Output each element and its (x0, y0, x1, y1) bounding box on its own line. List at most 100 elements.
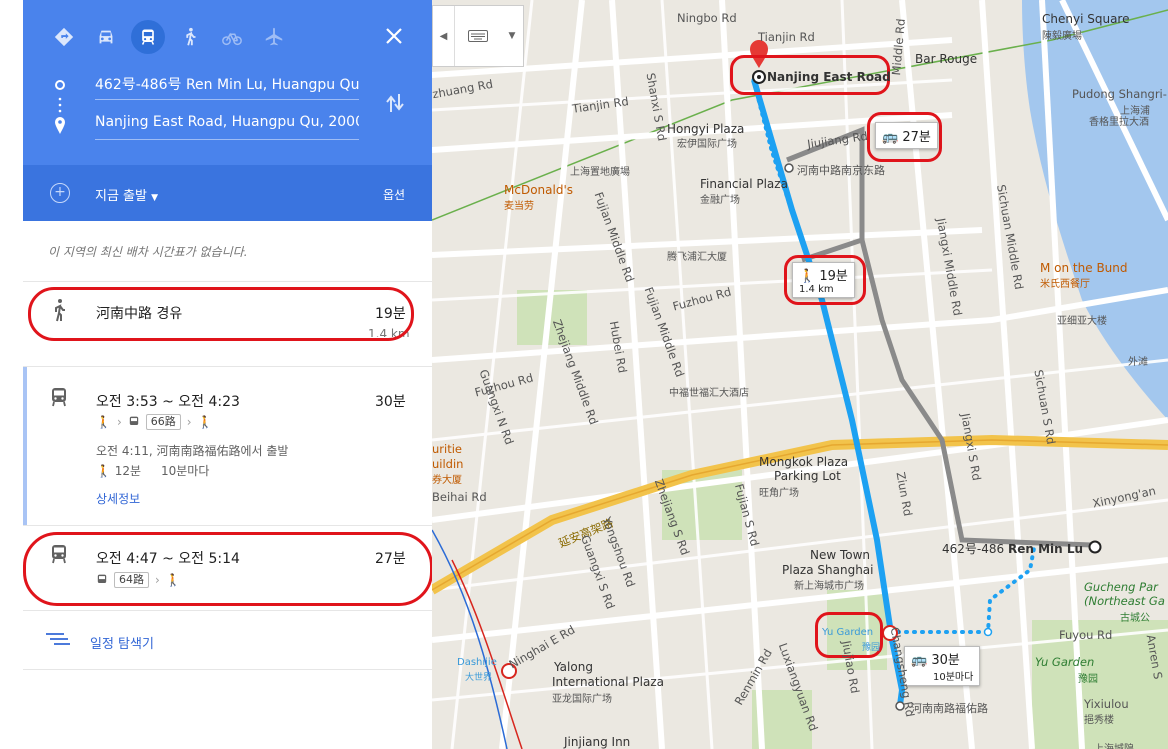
map-label: 新上海城市广场 (794, 581, 864, 592)
map-label: 腾飞浦汇大厦 (667, 252, 727, 263)
map-label: 亚细亚大楼 (1057, 316, 1107, 327)
map-label: Yu Garden (1035, 655, 1095, 669)
walk-time: 🚶 12분 (96, 464, 142, 478)
add-icon[interactable]: + (50, 183, 70, 203)
close-icon[interactable] (383, 25, 405, 47)
map-label: Bar Rouge (915, 52, 978, 66)
schedule-notice: 이 지역의 최신 배차 시간표가 없습니다. (48, 245, 248, 259)
highlight-oval (28, 287, 414, 341)
map-label: uildin (432, 457, 464, 471)
bus-icon: 🚌 (911, 653, 928, 668)
destination-label: Nanjing East Road (767, 70, 891, 84)
bus-time-callout[interactable]: 🚌 30분 10분마다 (904, 646, 981, 686)
map-label: (Northeast Ga (1084, 594, 1165, 608)
map-label: M on the Bund (1040, 261, 1128, 275)
map-label: McDonald's (504, 183, 573, 197)
highlight-oval (23, 532, 433, 606)
bus-line-badge: 66路 (145, 414, 181, 430)
walk-time-callout[interactable]: 🚶 19분 1.4 km (792, 262, 855, 298)
map-label: 挹秀楼 (1084, 715, 1114, 726)
directions-icon[interactable] (43, 20, 85, 54)
chevron-down-icon[interactable]: ▼ (501, 6, 523, 66)
divider (23, 525, 432, 526)
transit-route-time: 오전 3:53 ~ 오전 4:23 (96, 394, 240, 410)
map-label: Ningbo Rd (677, 11, 737, 25)
map-label: 米氏西餐厅 (1040, 279, 1090, 290)
map-label: Beihai Rd (432, 490, 487, 504)
details-link[interactable]: 상세정보 (96, 490, 140, 507)
map-label: Jinjiang Inn (564, 735, 631, 749)
map-label: Dashijie (457, 657, 497, 668)
map-label: Hongyi Plaza (667, 122, 745, 136)
transit-route-duration: 30분 (375, 394, 406, 410)
map-label: New Town (810, 548, 871, 562)
options-button[interactable]: 옵션 (383, 186, 405, 203)
directions-header: 462号-486号 Ren Min Lu, Huangpu Qu, S Nanj… (23, 0, 432, 221)
collapse-panel-icon[interactable]: ◀ (433, 6, 455, 66)
map-toolbar: ◀ ▼ (432, 5, 524, 67)
bicycle-icon[interactable] (211, 20, 253, 54)
map-label: 上海城隍 (1094, 740, 1134, 749)
divider (23, 366, 432, 367)
map-label: 旺角广场 (759, 488, 799, 499)
origin-input[interactable]: 462号-486号 Ren Min Lu, Huangpu Qu, S (95, 74, 359, 100)
map-label: 上海置地廣場 (570, 167, 630, 178)
route-dots-icon (55, 80, 65, 134)
schedule-explorer-link[interactable]: 일정 탐색기 (90, 633, 154, 652)
bus-icon: 🚌 (882, 130, 899, 145)
map-label: 河南中路南京东路 (797, 164, 885, 177)
map-label: Financial Plaza (700, 177, 788, 191)
chevron-right-icon: › (116, 415, 122, 429)
depart-now-dropdown[interactable]: 지금 출발 ▼ (95, 185, 158, 204)
map-label: 河南南路福佑路 (911, 702, 988, 715)
map-label: Chenyi Square (1042, 12, 1130, 26)
transit-icon (52, 388, 66, 407)
schedule-explorer-icon (46, 633, 70, 645)
map-label: 麦当劳 (504, 201, 534, 212)
depart-bar (23, 165, 432, 221)
travel-mode-bar (43, 20, 295, 54)
map-label: Tianjin Rd (758, 30, 815, 44)
map-label: 中福世福汇大酒店 (669, 388, 749, 399)
map-label: Yalong (554, 660, 593, 674)
bus-icon (129, 416, 138, 425)
map-label: 大世界 (465, 673, 493, 683)
panel-gutter (0, 0, 23, 749)
map-label: Fuyou Rd (1059, 628, 1113, 642)
frequency: 10분마다 (161, 464, 210, 478)
walk-icon: 🚶 (96, 415, 111, 429)
map-label: 券大厦 (432, 475, 462, 486)
map-label: 香格里拉大酒 (1089, 117, 1149, 128)
map-label: uritie (432, 442, 462, 456)
divider (23, 610, 432, 611)
map-label: Mongkok Plaza (759, 455, 849, 469)
walk-icon[interactable] (169, 20, 211, 54)
map-label: 宏伊国际广场 (677, 139, 737, 150)
car-icon[interactable] (85, 20, 127, 54)
map-label: 古城公 (1120, 613, 1150, 624)
map-label: Plaza Shanghai (782, 563, 874, 577)
route-steps: 🚶 › 66路 › 🚶 (96, 414, 213, 430)
swap-icon[interactable] (385, 92, 405, 114)
map-base (432, 0, 1168, 749)
map-label: International Plaza (552, 675, 664, 689)
map-label: Parking Lot (774, 469, 841, 483)
transit-icon[interactable] (127, 20, 169, 54)
destination-input[interactable]: Nanjing East Road, Huangpu Qu, 20000 (95, 114, 359, 140)
flight-icon[interactable] (253, 20, 295, 54)
directions-panel: 462号-486号 Ren Min Lu, Huangpu Qu, S Nanj… (0, 0, 433, 749)
map-label: Yixiulou (1084, 697, 1129, 711)
map-label: 陳毅廣場 (1042, 31, 1082, 42)
map-label: 豫园 (862, 643, 881, 653)
divider (23, 669, 432, 670)
map-label: Pudong Shangri- (1072, 87, 1167, 101)
map-label: 豫园 (1078, 674, 1098, 685)
map-label: 亚龙国际广场 (552, 694, 612, 705)
bus-time-callout[interactable]: 🚌 27분 (875, 122, 938, 149)
keyboard-icon[interactable] (455, 6, 501, 66)
map-canvas[interactable]: Nanjing East Road 🚌 27분 🚶 19분 1.4 km 🚌 3… (432, 0, 1168, 749)
departure-info: 오전 4:11, 河南南路福佑路에서 출발 (96, 444, 289, 458)
map-label: 外滩 (1128, 357, 1148, 368)
walk-icon: 🚶 (799, 269, 816, 284)
map-label: 金融广场 (700, 195, 740, 206)
